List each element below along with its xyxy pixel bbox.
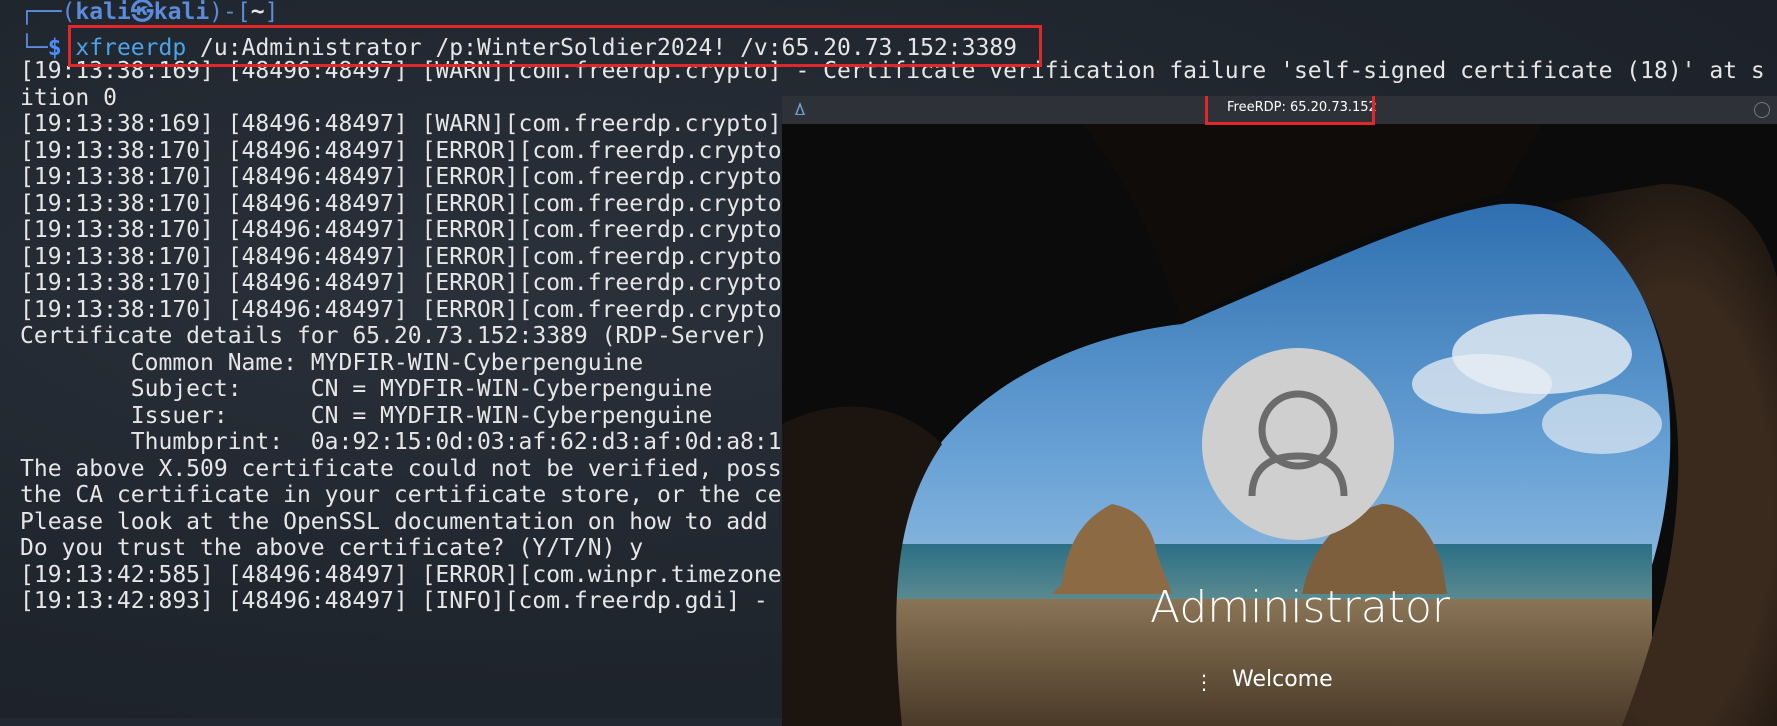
terminal-output-line: [19:13:38:170] [48496:48497] [ERROR][com… xyxy=(20,243,782,270)
title-highlight-box xyxy=(1205,96,1375,125)
prompt-open: ┌──( xyxy=(20,0,76,25)
terminal-output-line: The above X.509 certificate could not be… xyxy=(20,455,782,482)
terminal-output-line: Do you trust the above certificate? (Y/T… xyxy=(20,535,644,561)
terminal-output-line: Please look at the OpenSSL documentation… xyxy=(20,508,768,535)
lockscreen-status: Welcome xyxy=(1232,667,1333,692)
close-icon[interactable] xyxy=(1754,102,1770,118)
terminal-output-line: Thumbprint: 0a:92:15:0d:03:af:62:d3:af:0… xyxy=(20,429,782,455)
terminal-output-line: [19:13:42:585] [48496:48497] [ERROR][com… xyxy=(20,561,782,588)
terminal-output-line: [19:13:38:170] [48496:48497] [ERROR][com… xyxy=(20,164,782,190)
terminal-output-line: ition 0 xyxy=(20,84,117,111)
user-avatar xyxy=(1202,348,1394,540)
terminal-output-line: [19:13:38:170] [48496:48497] [ERROR][com… xyxy=(20,296,782,323)
terminal-output-line: [19:13:38:170] [48496:48497] [ERROR][com… xyxy=(20,190,782,217)
prompt-at-symbol: ㉿ xyxy=(130,0,154,25)
rdp-window[interactable]: FreeRDP: 65.20.73.152 Administrator ⋮ We… xyxy=(782,96,1777,726)
terminal-output-line: Issuer: CN = MYDFIR-WIN-Cyberpenguine xyxy=(20,402,713,429)
freerdp-app-icon xyxy=(792,101,808,121)
lockscreen-username: Administrator xyxy=(1150,582,1450,633)
prompt-user: kali xyxy=(75,0,131,25)
user-silhouette-icon xyxy=(1248,390,1348,497)
loading-spinner-icon: ⋮ xyxy=(1194,670,1214,694)
terminal-output-line: Subject: CN = MYDFIR-WIN-Cyberpenguine xyxy=(20,376,713,402)
prompt-header: ┌──(kali㉿kali)-[~] xyxy=(20,0,278,27)
terminal-output-line: Certificate details for 65.20.73.152:338… xyxy=(20,323,768,349)
command-highlight-box xyxy=(68,25,1042,67)
prompt-directory: ~ xyxy=(250,0,265,25)
terminal-output-line: [19:13:42:893] [48496:48497] [INFO][com.… xyxy=(20,588,768,614)
prompt-close: ] xyxy=(264,0,279,25)
terminal-output-line: [19:13:38:170] [48496:48497] [ERROR][com… xyxy=(20,270,782,296)
prompt-separator: )-[ xyxy=(209,0,251,25)
terminal-output-line: the CA certificate in your certificate s… xyxy=(20,482,782,508)
prompt-host: kali xyxy=(153,0,210,25)
terminal-output-line: [19:13:38:170] [48496:48497] [ERROR][com… xyxy=(20,217,782,243)
terminal-output-line: [19:13:38:169] [48496:48497] [WARN][com.… xyxy=(20,111,782,137)
terminal-output-line: Common Name: MYDFIR-WIN-Cyberpenguine xyxy=(20,349,644,376)
terminal-output-line: [19:13:38:170] [48496:48497] [ERROR][com… xyxy=(20,137,782,164)
